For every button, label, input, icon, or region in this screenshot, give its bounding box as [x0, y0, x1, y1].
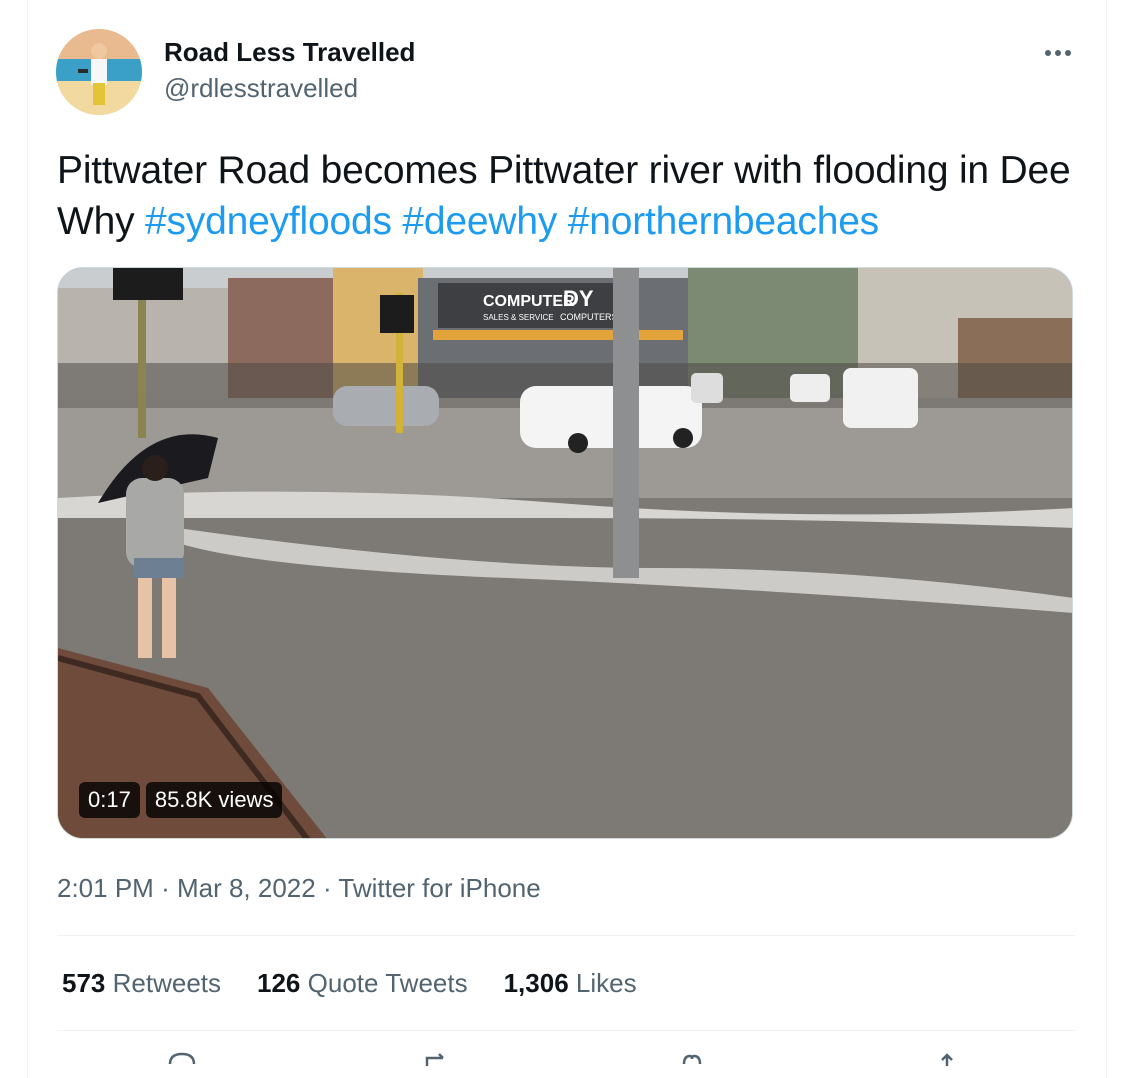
hashtag-sydneyfloods[interactable]: #sydneyfloods [145, 200, 392, 243]
hashtag-northernbeaches[interactable]: #northernbeaches [568, 200, 879, 243]
hashtag-deewhy[interactable]: #deewhy [402, 200, 557, 243]
author-handle[interactable]: @rdlesstravelled [164, 72, 358, 104]
tweet-source[interactable]: Twitter for iPhone [338, 873, 540, 903]
video-views: 85.8K views [145, 782, 283, 818]
retweet-icon [425, 1053, 444, 1066]
likes-stat[interactable]: 1,306 Likes [504, 966, 637, 1000]
quote-tweets-count: 126 [257, 968, 301, 998]
shop-sign-sales: SALES & SERVICE [483, 313, 554, 322]
tweet-time[interactable]: 2:01 PM [57, 873, 154, 903]
reply-icon [168, 1052, 196, 1065]
tweet-date[interactable]: Mar 8, 2022 [177, 873, 316, 903]
quote-tweets-label: Quote Tweets [307, 968, 468, 998]
divider [57, 1030, 1075, 1031]
video-player[interactable]: COMPUTER DY SALES & SERVICE COMPUTERS [57, 267, 1073, 839]
more-options-button[interactable] [1030, 36, 1086, 70]
video-badge: 0:17 85.8K views [79, 782, 283, 818]
profile-photo-icon [56, 29, 142, 115]
more-horizontal-icon [1045, 50, 1071, 56]
reply-button[interactable] [162, 1050, 202, 1070]
like-icon [682, 1054, 702, 1065]
tweet-text: Pittwater Road becomes Pittwater river w… [57, 145, 1087, 247]
share-icon [941, 1053, 953, 1066]
meta-separator: · [161, 873, 170, 903]
avatar[interactable] [56, 29, 142, 115]
author-name[interactable]: Road Less Travelled [164, 36, 415, 68]
retweets-count: 573 [62, 968, 106, 998]
shop-sign-computer: COMPUTER [483, 293, 575, 310]
likes-count: 1,306 [503, 968, 569, 998]
video-duration: 0:17 [79, 782, 140, 818]
likes-label: Likes [575, 968, 637, 998]
video-thumbnail: COMPUTER DY SALES & SERVICE COMPUTERS [58, 268, 1072, 838]
meta-separator: · [322, 873, 332, 903]
action-bar [57, 1050, 1075, 1070]
retweet-button[interactable] [417, 1050, 457, 1070]
tweet-meta: 2:01 PM · Mar 8, 2022 · Twitter for iPho… [57, 872, 541, 904]
retweets-label: Retweets [112, 968, 222, 998]
share-button[interactable] [927, 1050, 967, 1070]
retweets-stat[interactable]: 573 Retweets [62, 966, 221, 1000]
shop-sign-dy: DY [563, 286, 594, 311]
divider [57, 935, 1075, 936]
like-button[interactable] [672, 1050, 712, 1070]
engagement-stats: 573 Retweets 126 Quote Tweets 1,306 Like… [62, 966, 673, 1000]
quote-tweets-stat[interactable]: 126 Quote Tweets [257, 966, 468, 1000]
shop-sign-computers: COMPUTERS [560, 312, 618, 322]
